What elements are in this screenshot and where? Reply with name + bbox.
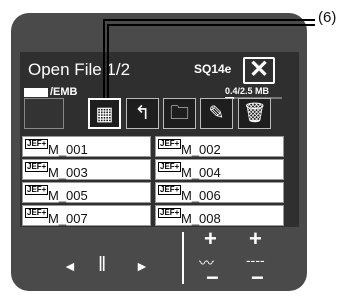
file-type-badge: JEF+	[158, 185, 182, 195]
file-name: M_008	[181, 211, 221, 226]
callout-line	[107, 24, 109, 98]
close-button[interactable]: ✕	[243, 57, 275, 84]
embroidery-icon	[24, 98, 64, 129]
list-item[interactable]: JEF+ M_001	[22, 136, 151, 157]
next-button[interactable]: ►	[135, 258, 149, 274]
list-item[interactable]: JEF+ M_006	[155, 182, 284, 203]
callout-line	[103, 19, 105, 98]
file-name: M_005	[48, 188, 88, 203]
file-name: M_002	[181, 142, 221, 157]
file-name: M_004	[181, 165, 221, 180]
divider	[182, 232, 184, 284]
callout-line	[103, 19, 315, 21]
new-folder-icon[interactable]: 🗀	[163, 98, 196, 129]
delete-trash-icon[interactable]: 🗑	[238, 98, 271, 129]
list-item[interactable]: JEF+ M_003	[22, 159, 151, 180]
storage-usage: 0.4/2.5 MB	[225, 86, 270, 96]
folder-path: /EMB	[24, 86, 78, 98]
pause-icon[interactable]: ‖	[98, 254, 106, 277]
callout-label: (6)	[318, 9, 337, 26]
file-type-badge: JEF+	[25, 208, 49, 218]
machine-model: SQ14e	[194, 62, 232, 76]
file-type-badge: JEF+	[158, 139, 182, 149]
plus-length-button[interactable]: +	[249, 226, 262, 252]
file-type-badge: JEF+	[158, 208, 182, 218]
list-item[interactable]: JEF+ M_008	[155, 205, 284, 226]
list-item[interactable]: JEF+ M_004	[155, 159, 284, 180]
previous-button[interactable]: ◄	[63, 258, 77, 274]
up-folder-icon[interactable]: ↰	[126, 98, 159, 129]
file-type-badge: JEF+	[25, 162, 49, 172]
file-type-badge: JEF+	[158, 162, 182, 172]
minus-length-button[interactable]: −	[251, 265, 264, 291]
thumbnail-list-icon[interactable]: ▦	[88, 98, 121, 129]
list-item[interactable]: JEF+ M_005	[22, 182, 151, 203]
file-name: M_006	[181, 188, 221, 203]
minus-width-button[interactable]: −	[206, 265, 219, 291]
list-item[interactable]: JEF+ M_007	[22, 205, 151, 226]
file-type-badge: JEF+	[25, 139, 49, 149]
list-item[interactable]: JEF+ M_002	[155, 136, 284, 157]
file-name: M_007	[48, 211, 88, 226]
page-title: Open File 1/2	[28, 60, 131, 79]
file-name: M_003	[48, 165, 88, 180]
callout-line	[107, 24, 315, 26]
plus-width-button[interactable]: +	[204, 226, 217, 252]
file-type-badge: JEF+	[25, 185, 49, 195]
rename-pencil-icon[interactable]: ✎	[200, 98, 233, 129]
folder-label: /EMB	[50, 86, 78, 98]
file-name: M_001	[48, 142, 88, 157]
folder-icon	[24, 87, 48, 97]
